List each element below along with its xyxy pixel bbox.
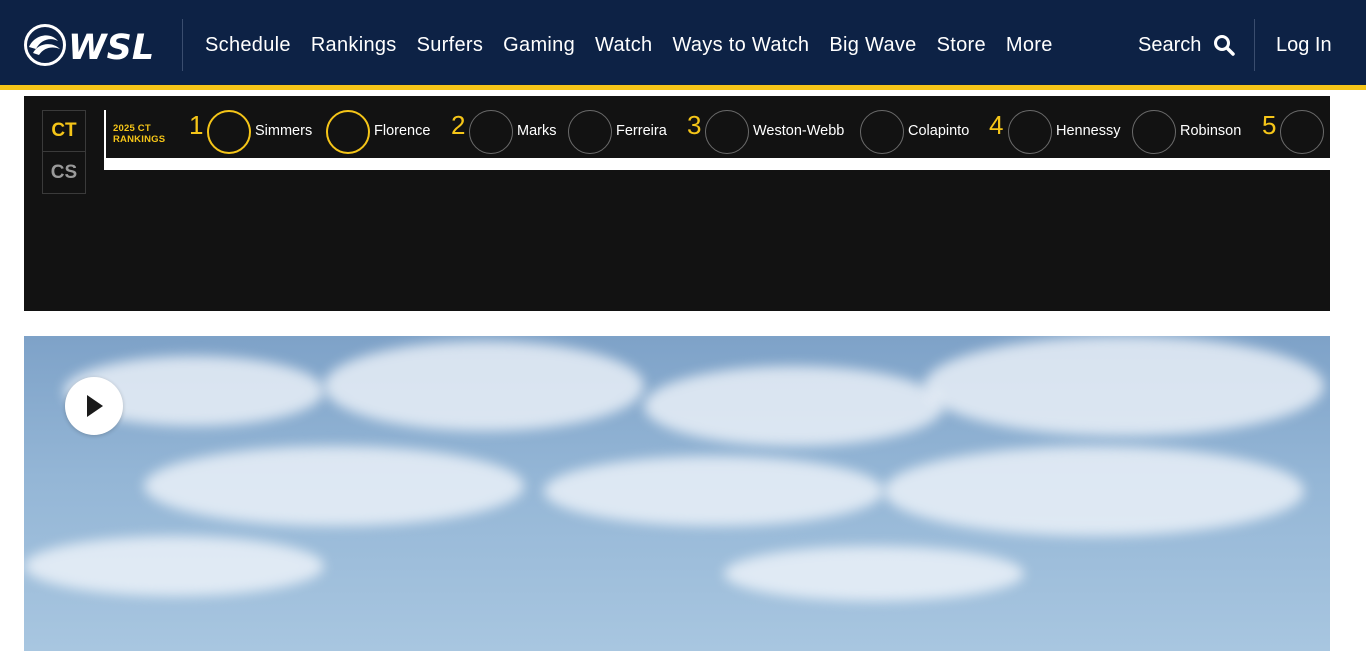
rankings-title-line2: RANKINGS [113,134,166,145]
tour-ct-button[interactable]: CT [43,111,85,152]
surfer-avatar[interactable] [1008,110,1052,154]
tour-cs-button[interactable]: CS [43,152,85,193]
rank-number: 4 [989,110,1004,140]
rank-number: 2 [451,110,466,140]
nav-store[interactable]: Store [937,34,986,57]
cloud-texture [724,546,1024,601]
surfer-name[interactable]: Florence [374,123,430,139]
main-nav: Schedule Rankings Surfers Gaming Watch W… [205,0,1073,90]
surfer-avatar[interactable] [469,110,513,154]
nav-gaming[interactable]: Gaming [503,34,575,57]
search-label: Search [1138,33,1202,56]
cloud-texture [924,336,1324,436]
surfer-avatar[interactable] [326,110,370,154]
surfer-name[interactable]: Colapinto [908,123,969,139]
rank-number: 1 [189,110,204,140]
wsl-logo-icon: WSL [24,24,154,67]
wsl-logo[interactable]: WSL [24,23,160,67]
cloud-texture [144,446,524,526]
surfer-avatar[interactable] [860,110,904,154]
nav-watch[interactable]: Watch [595,34,652,57]
nav-ways-to-watch[interactable]: Ways to Watch [672,34,809,57]
rankings-underline [106,158,1330,170]
surfer-name[interactable]: Marks [517,123,556,139]
cloud-texture [644,366,944,446]
rankings-title[interactable]: 2025 CT RANKINGS [113,123,165,145]
surfer-avatar[interactable] [1280,110,1324,154]
nav-big-wave[interactable]: Big Wave [829,34,916,57]
rank-number: 5 [1262,110,1277,140]
surfer-name[interactable]: Hennessy [1056,123,1120,139]
search-button[interactable]: Search [1138,0,1236,90]
play-icon [87,395,103,417]
cloud-texture [324,341,644,431]
login-button[interactable]: Log In [1276,0,1332,90]
header-divider [1254,19,1255,71]
featured-video[interactable] [24,336,1330,651]
surfer-avatar[interactable] [1132,110,1176,154]
nav-more[interactable]: More [1006,34,1053,57]
surfer-name[interactable]: Robinson [1180,123,1241,139]
surfer-avatar[interactable] [705,110,749,154]
nav-surfers[interactable]: Surfers [417,34,484,57]
surfer-avatar[interactable] [568,110,612,154]
cloud-texture [544,456,884,526]
svg-text:WSL: WSL [68,28,154,67]
nav-rankings[interactable]: Rankings [311,34,397,57]
cloud-texture [884,446,1304,536]
site-header: WSL Schedule Rankings Surfers Gaming Wat… [0,0,1366,90]
search-icon [1214,35,1236,56]
surfer-avatar[interactable] [207,110,251,154]
rank-number: 3 [687,110,702,140]
cloud-texture [24,536,324,596]
surfer-name[interactable]: Ferreira [616,123,667,139]
play-button[interactable] [65,377,123,435]
rankings-strip: CT CS 2025 CT RANKINGS 1 Simmers Florenc… [24,96,1330,311]
surfer-name[interactable]: Simmers [255,123,312,139]
surfer-name[interactable]: Weston-Webb [753,123,844,139]
nav-schedule[interactable]: Schedule [205,34,291,57]
tour-switcher: CT CS [42,110,86,194]
rankings-title-line1: 2025 CT [113,123,151,134]
logo-divider [182,19,183,71]
